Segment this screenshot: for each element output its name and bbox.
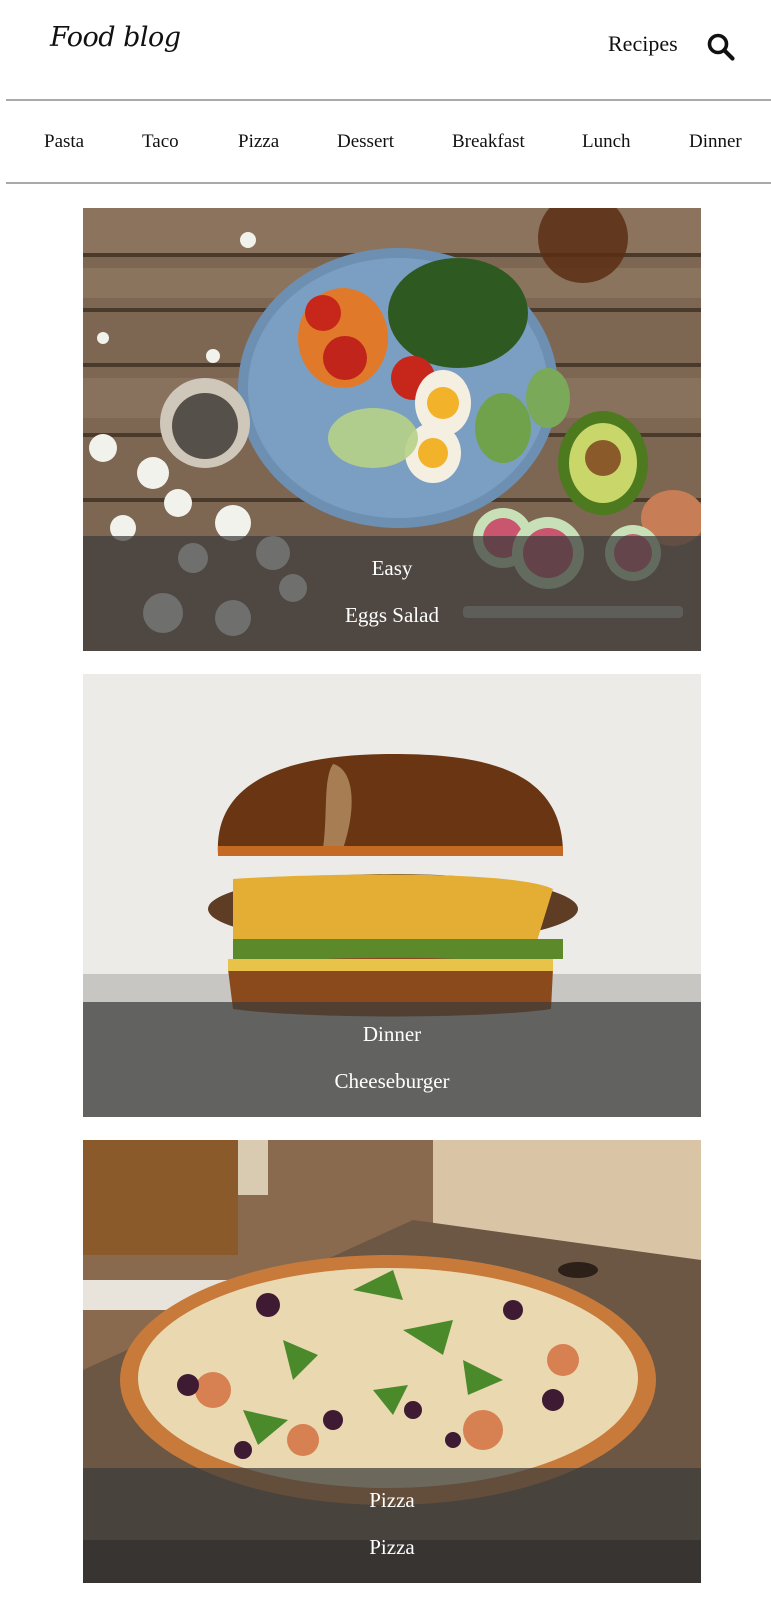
search-icon[interactable] — [706, 32, 736, 62]
recipe-card-eggs-salad[interactable]: Easy Eggs Salad — [83, 208, 701, 651]
card-title[interactable]: Pizza — [83, 1535, 701, 1560]
recipes-link[interactable]: Recipes — [608, 31, 678, 57]
nav-item-taco[interactable]: Taco — [142, 131, 179, 153]
card-caption: Pizza Pizza — [83, 1468, 701, 1583]
card-category: Pizza — [369, 1488, 415, 1512]
site-logo[interactable]: Food blog — [50, 22, 181, 53]
card-title[interactable]: Eggs Salad — [83, 603, 701, 628]
site-header: Food blog Recipes — [0, 0, 771, 100]
nav-item-dessert[interactable]: Dessert — [337, 131, 394, 153]
card-category: Dinner — [362, 1022, 422, 1046]
card-caption: Easy Eggs Salad — [83, 536, 701, 651]
card-category: Easy — [371, 556, 413, 580]
nav-item-lunch[interactable]: Lunch — [582, 131, 631, 153]
recipe-card-pizza[interactable]: Pizza Pizza — [83, 1140, 701, 1583]
recipe-card-cheeseburger[interactable]: Dinner Cheeseburger — [83, 674, 701, 1117]
nav-item-pasta[interactable]: Pasta — [44, 131, 84, 153]
nav-item-pizza[interactable]: Pizza — [238, 131, 279, 153]
nav-bottom-divider — [6, 182, 771, 184]
card-title[interactable]: Cheeseburger — [83, 1069, 701, 1094]
card-caption: Dinner Cheeseburger — [83, 1002, 701, 1117]
nav-item-breakfast[interactable]: Breakfast — [452, 131, 525, 153]
category-nav: Pasta Taco Pizza Dessert Breakfast Lunch… — [0, 100, 771, 182]
nav-item-dinner[interactable]: Dinner — [689, 131, 742, 153]
